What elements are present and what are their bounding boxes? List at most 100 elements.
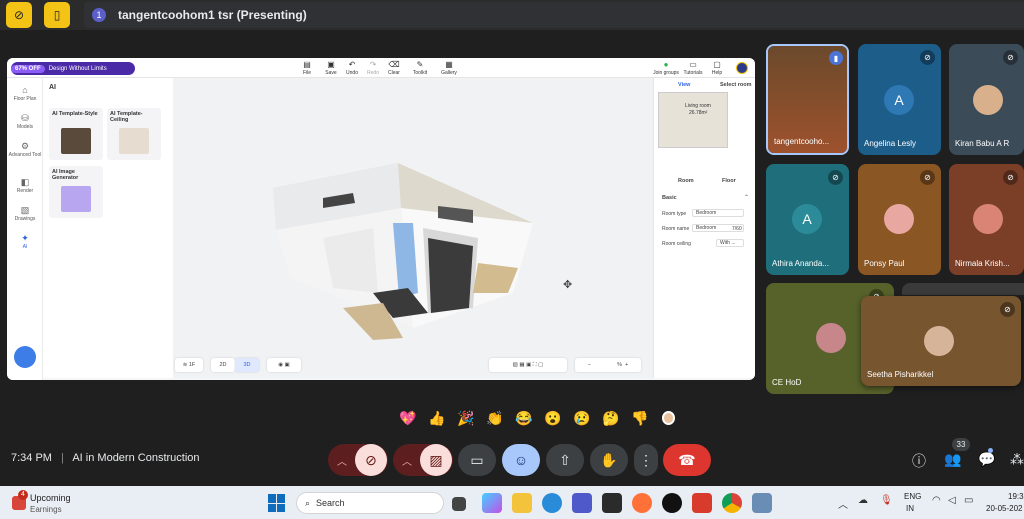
reaction-party[interactable]: 🎉 <box>453 410 479 427</box>
participant-tile-1[interactable]: ⊘ A Angelina Lesly <box>858 44 941 155</box>
remote-desktop-icon[interactable] <box>752 493 772 513</box>
tab-floor[interactable]: Floor <box>722 178 736 184</box>
dell-icon[interactable] <box>662 493 682 513</box>
zoom-in-icon[interactable]: + <box>622 362 628 368</box>
visibility-controls[interactable]: ◉ ▣ <box>267 358 301 372</box>
mic-off-button[interactable]: ⊘ <box>355 444 387 476</box>
network-tray-icon[interactable]: ☁ <box>858 495 868 506</box>
skin-tone-selector[interactable] <box>661 411 675 425</box>
nav-drawings[interactable]: ▧ Drawings <box>7 204 43 222</box>
chat-icon[interactable]: 💬 <box>978 451 995 468</box>
tab-room[interactable]: Room <box>678 178 694 184</box>
taskbar-search[interactable]: ⌕ Search <box>296 492 444 514</box>
teams-icon[interactable] <box>572 493 592 513</box>
reaction-clap[interactable]: 👏 <box>482 410 508 427</box>
nav-advanced-tool[interactable]: ⚙ Advanced Tool <box>7 140 43 158</box>
file-explorer-icon[interactable] <box>512 493 532 513</box>
file-button[interactable]: ▤ File <box>297 60 317 76</box>
help-button[interactable]: ▢ Help <box>707 60 727 76</box>
start-button[interactable] <box>268 494 286 512</box>
more-options-button[interactable]: ⋮ <box>634 444 658 476</box>
nav-ai[interactable]: ✦ AI <box>7 232 43 250</box>
collapse-icon[interactable]: ⌃ <box>744 194 749 201</box>
edge-icon[interactable] <box>542 493 562 513</box>
meeting-info: 7:34 PM | AI in Modern Construction <box>11 452 200 464</box>
copilot-icon[interactable] <box>482 493 502 513</box>
clock-date[interactable]: 20-05-202 <box>986 504 1022 513</box>
undo-button[interactable]: ↶ Undo <box>342 60 362 76</box>
exit-button[interactable]: ▯ <box>44 2 70 28</box>
participant-tile-0[interactable]: ▮ tangentcooho... <box>766 44 849 155</box>
camera-control[interactable]: ︿ ▨ <box>393 444 453 476</box>
info-icon[interactable]: ⓘ <box>912 451 926 471</box>
leave-call-button[interactable]: ☎ <box>663 444 711 476</box>
captions-button[interactable]: ▭ <box>458 444 496 476</box>
weather-widget[interactable]: 4 Upcoming Earnings <box>10 490 90 516</box>
join-groups-button[interactable]: ● Join groups <box>651 60 681 76</box>
emoji-button[interactable]: ☺ <box>502 444 540 476</box>
user-avatar[interactable] <box>736 62 748 74</box>
ai-template-style-card[interactable]: AI Template-Style <box>49 108 103 160</box>
gallery-button[interactable]: ▦ Gallery <box>439 60 459 76</box>
clock-time[interactable]: 19:3 <box>1008 492 1024 501</box>
wps-icon[interactable] <box>692 493 712 513</box>
room-ceiling-select[interactable]: With ... <box>716 239 744 247</box>
save-icon: ▣ <box>327 60 335 69</box>
redo-button[interactable]: ↷ Redo <box>363 60 383 76</box>
reaction-thumbs-down[interactable]: 👎 <box>627 410 653 427</box>
store-icon[interactable] <box>602 493 622 513</box>
toolkit-button[interactable]: ✎ Toolkit <box>410 60 430 76</box>
clear-button[interactable]: ⌫ Clear <box>384 60 404 76</box>
tab-view[interactable]: View <box>678 82 690 88</box>
participant-tile-3[interactable]: ⊘ A Athira Ananda... <box>766 164 849 275</box>
language-bottom[interactable]: IN <box>906 504 914 513</box>
nav-models[interactable]: ⛁ Models <box>7 112 43 130</box>
raise-hand-button[interactable]: ✋ <box>590 444 628 476</box>
view-3d-button[interactable]: 3D <box>235 358 259 372</box>
tab-select-room[interactable]: Select room <box>720 82 751 88</box>
people-icon[interactable]: 👥 <box>944 451 961 468</box>
nav-floor-plan[interactable]: ⌂ Floor Plan <box>7 84 43 102</box>
view-2d-button[interactable]: 2D <box>211 358 235 372</box>
nav-render[interactable]: ◧ Render <box>7 176 43 194</box>
firefox-icon[interactable] <box>632 493 652 513</box>
assistant-icon[interactable] <box>14 346 36 368</box>
participant-name: Angelina Lesly <box>864 139 917 148</box>
ai-template-ceiling-card[interactable]: AI Template-Ceiling <box>107 108 161 160</box>
activities-icon[interactable]: ⁂ <box>1010 451 1024 468</box>
floor-select[interactable]: ≋ 1F <box>175 358 203 372</box>
chevron-up-icon[interactable]: ︿ <box>394 453 420 468</box>
participant-tile-4[interactable]: ⊘ Ponsy Paul <box>858 164 941 275</box>
volume-icon[interactable]: ◁ <box>948 495 956 506</box>
language-top[interactable]: ENG <box>904 492 921 501</box>
reaction-thumbs-up[interactable]: 👍 <box>424 410 450 427</box>
room-type-select[interactable]: Bedroom <box>692 209 744 217</box>
promo-banner[interactable]: 67% OFF Design Without Limits <box>11 62 135 75</box>
reaction-sparkling-heart[interactable]: 💖 <box>395 410 421 427</box>
save-button[interactable]: ▣ Save <box>321 60 341 76</box>
reaction-sad[interactable]: 😢 <box>569 410 595 427</box>
present-button[interactable]: ⇧ <box>546 444 584 476</box>
view-tools[interactable]: ▨ ▦ ▣ ⛶ ▢ <box>489 358 567 372</box>
chevron-up-icon[interactable]: ︿ <box>838 496 848 511</box>
wifi-icon[interactable]: ◠ <box>932 495 941 506</box>
tutorials-button[interactable]: ▭ Tutorials <box>681 60 705 76</box>
participant-tile-7[interactable]: ⊘ Seetha Pisharikkel <box>861 296 1021 386</box>
camera-off-button[interactable]: ▨ <box>420 444 452 476</box>
mic-control[interactable]: ︿ ⊘ <box>328 444 388 476</box>
reaction-laugh[interactable]: 😂 <box>511 410 537 427</box>
reaction-thinking[interactable]: 🤔 <box>598 410 624 427</box>
battery-icon[interactable]: ▭ <box>964 495 973 506</box>
reaction-surprised[interactable]: 😮 <box>540 410 566 427</box>
mic-tray-icon[interactable]: 🎙 <box>880 495 893 506</box>
ai-image-generator-card[interactable]: AI Image Generator <box>49 166 103 218</box>
task-view-icon[interactable] <box>452 497 466 511</box>
top-left-button[interactable]: ⊘ <box>6 2 32 28</box>
minimap[interactable]: Living room 26.78m² <box>658 92 728 148</box>
participant-tile-2[interactable]: ⊘ Kiran Babu A R <box>949 44 1024 155</box>
participant-tile-5[interactable]: ⊘ Nirmala Krish... <box>949 164 1024 275</box>
3d-canvas[interactable]: ✥ <box>173 78 653 378</box>
chevron-up-icon[interactable]: ︿ <box>329 453 355 468</box>
zoom-control[interactable]: − % + <box>575 358 641 372</box>
chrome-icon[interactable] <box>722 493 742 513</box>
